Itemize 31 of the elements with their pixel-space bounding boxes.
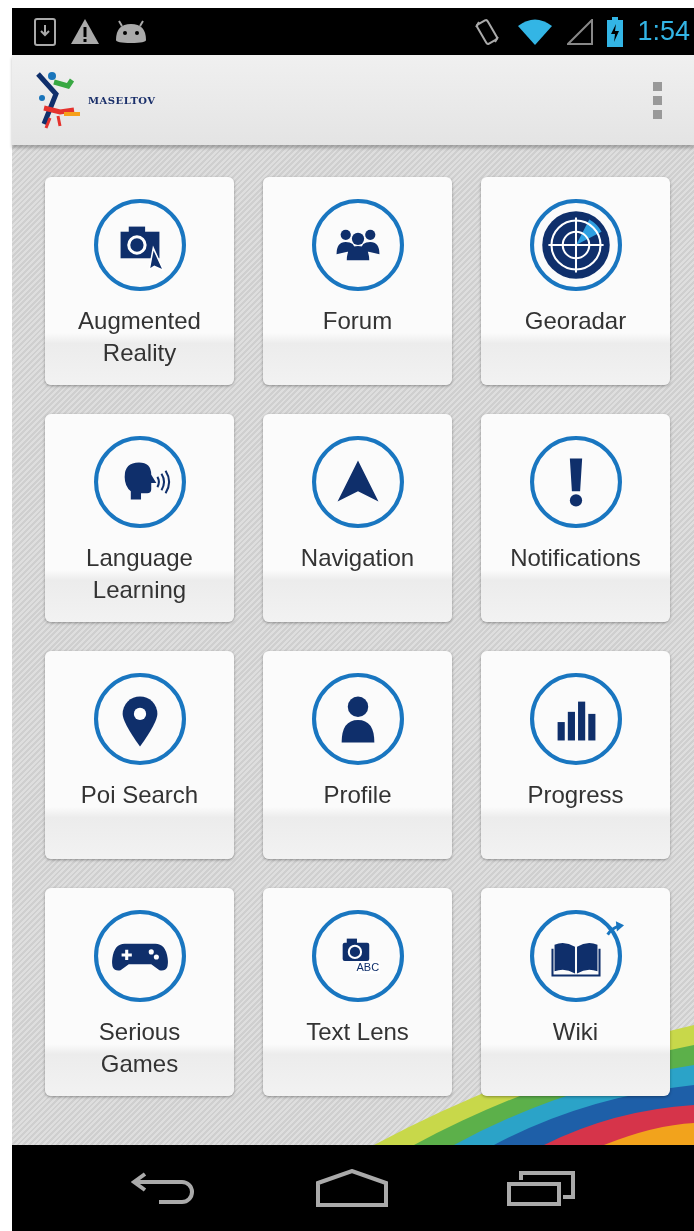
app-tile[interactable]: Progress bbox=[481, 651, 670, 859]
bar-chart-icon bbox=[529, 673, 622, 765]
app-tile[interactable]: Navigation bbox=[263, 414, 452, 622]
app-tile[interactable]: Profile bbox=[263, 651, 452, 859]
app-tile[interactable]: ABC Text Lens bbox=[263, 888, 452, 1096]
logo-text: MASELTOV bbox=[88, 94, 156, 106]
app-tile[interactable]: Forum bbox=[263, 177, 452, 385]
speaking-head-icon bbox=[93, 436, 186, 528]
android-icon bbox=[114, 19, 148, 44]
book-icon bbox=[529, 910, 622, 1002]
app-tile[interactable]: Language Learning bbox=[45, 414, 234, 622]
camera-icon bbox=[311, 910, 404, 1002]
person-icon bbox=[311, 673, 404, 765]
clock-time: 1:54 bbox=[637, 16, 690, 47]
download-notification-icon bbox=[34, 17, 56, 46]
icon-caption: ABC bbox=[355, 961, 381, 974]
people-icon bbox=[311, 199, 404, 291]
battery-charging-icon bbox=[607, 16, 624, 47]
warning-icon bbox=[70, 18, 100, 45]
signal-icon bbox=[567, 18, 594, 45]
wifi-icon bbox=[517, 17, 554, 46]
app-tile[interactable]: Poi Search bbox=[45, 651, 234, 859]
gamepad-icon bbox=[93, 910, 186, 1002]
app-tile[interactable]: Georadar bbox=[481, 177, 670, 385]
app-tile[interactable]: Wiki bbox=[481, 888, 670, 1096]
app-tile[interactable]: Augmented Reality bbox=[45, 177, 234, 385]
map-pin-icon bbox=[93, 673, 186, 765]
radar-icon bbox=[529, 199, 622, 291]
app-tile[interactable]: Serious Games bbox=[45, 888, 234, 1096]
exclamation-icon bbox=[529, 436, 622, 528]
app-tile[interactable]: Notifications bbox=[481, 414, 670, 622]
